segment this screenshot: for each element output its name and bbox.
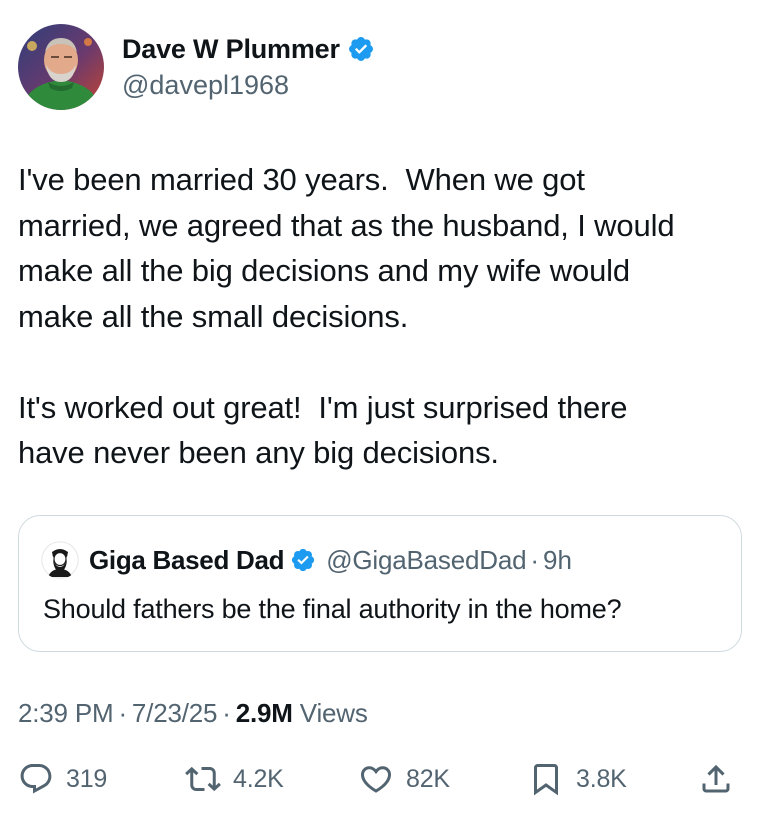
bookmark-icon	[528, 761, 564, 797]
author-name-row: Dave W Plummer	[122, 32, 375, 66]
verified-badge-icon	[347, 35, 375, 63]
tweet-time[interactable]: 2:39 PM	[18, 698, 114, 728]
meta-separator: ·	[118, 698, 127, 728]
reply-count: 319	[66, 764, 108, 793]
quoted-author-name[interactable]: Giga Based Dad	[89, 545, 285, 576]
views-label: Views	[299, 698, 368, 728]
bookmark-count: 3.8K	[576, 764, 627, 793]
share-icon	[698, 761, 734, 797]
bookmark-button[interactable]: 3.8K	[528, 752, 627, 806]
quoted-verified-badge-icon	[290, 547, 316, 573]
repost-button[interactable]: 4.2K	[185, 752, 284, 806]
action-bar: 319 4.2K 82K 3.8K	[18, 752, 742, 806]
meta-separator: ·	[222, 698, 231, 728]
like-icon	[358, 761, 394, 797]
quoted-tweet-text: Should fathers be the final authority in…	[43, 594, 622, 624]
tweet-text: I've been married 30 years. When we got …	[18, 162, 675, 470]
like-count: 82K	[406, 764, 450, 793]
author-handle[interactable]: @davepl1968	[122, 68, 375, 102]
quoted-tweet[interactable]: Giga Based Dad @GigaBasedDad · 9h Should…	[18, 515, 742, 652]
tweet-date[interactable]: 7/23/25	[132, 698, 218, 728]
repost-icon	[185, 761, 221, 797]
quoted-author-avatar[interactable]	[41, 541, 79, 579]
author-avatar[interactable]	[18, 24, 104, 110]
quoted-timestamp[interactable]: 9h	[543, 545, 572, 576]
views-count: 2.9M	[235, 698, 293, 728]
reply-button[interactable]: 319	[18, 752, 107, 806]
repost-count: 4.2K	[233, 764, 284, 793]
reply-icon	[18, 761, 54, 797]
tweet-header: Dave W Plummer @davepl1968	[18, 22, 375, 112]
like-button[interactable]: 82K	[358, 752, 450, 806]
quoted-separator: ·	[530, 544, 540, 575]
share-button[interactable]	[698, 752, 734, 806]
tweet-meta: 2:39 PM · 7/23/25 · 2.9M Views	[18, 698, 368, 729]
quoted-author-handle[interactable]: @GigaBasedDad	[326, 545, 526, 576]
quoted-tweet-header: Giga Based Dad @GigaBasedDad · 9h	[41, 541, 572, 579]
author-names: Dave W Plummer @davepl1968	[122, 32, 375, 102]
author-display-name[interactable]: Dave W Plummer	[122, 32, 340, 66]
